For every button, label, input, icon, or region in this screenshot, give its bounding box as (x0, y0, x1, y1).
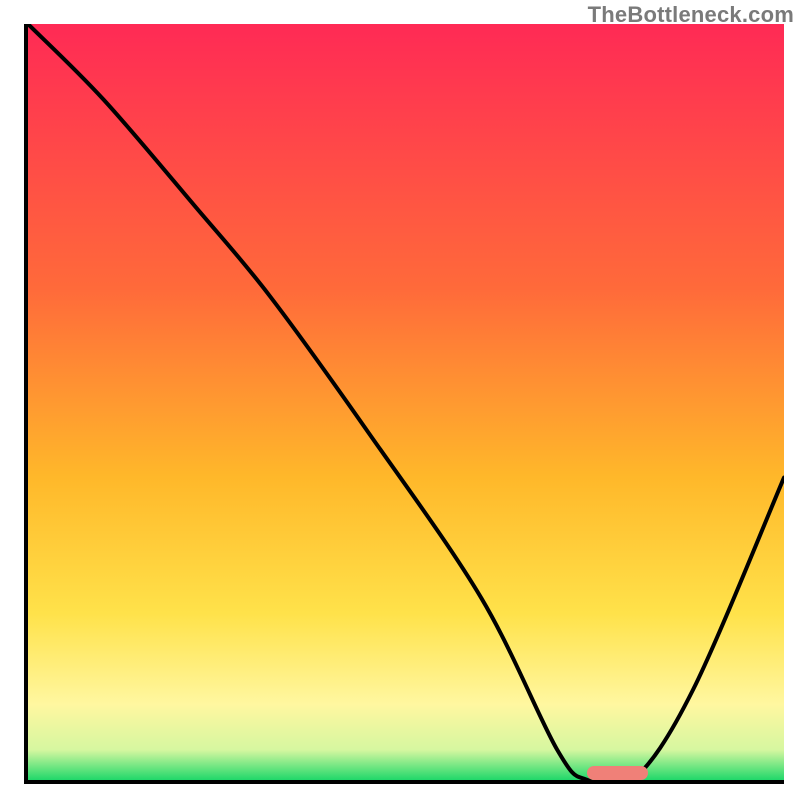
curve-layer (28, 24, 784, 780)
optimal-range-marker (587, 766, 647, 780)
bottleneck-curve (28, 24, 784, 780)
chart-axes-frame (24, 24, 784, 784)
plot-area (28, 24, 784, 780)
